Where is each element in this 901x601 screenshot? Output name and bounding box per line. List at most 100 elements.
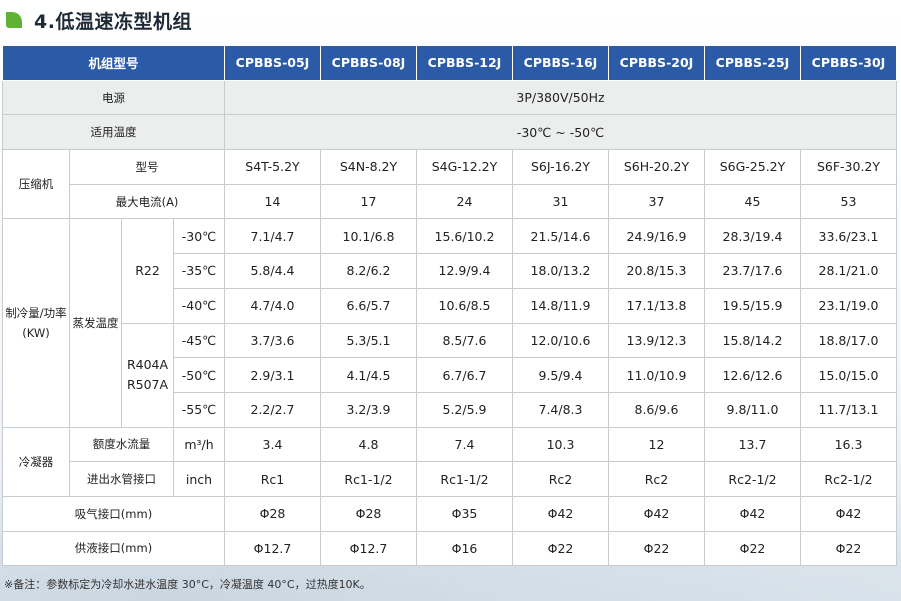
table-cell: 13.9/12.3 [608, 322, 705, 359]
table-cell: 8.6/9.6 [608, 391, 705, 428]
table-cell: 2.2/2.7 [224, 391, 321, 428]
power-label: 电源 [2, 79, 225, 116]
table-cell: Φ28 [224, 495, 321, 532]
table-cell: 17.1/13.8 [608, 287, 705, 324]
table-cell: Φ22 [704, 530, 801, 567]
table-cell: 18.0/13.2 [512, 253, 609, 289]
table-cell: 24 [416, 183, 513, 220]
power-row: 电源 3P/380V/50Hz [2, 79, 897, 116]
section-header: 4.低温速冻型机组 [6, 6, 192, 34]
table-cell: 8.2/6.2 [320, 253, 417, 289]
table-cell: 15.0/15.0 [800, 357, 897, 393]
table-cell: 3.2/3.9 [320, 391, 417, 428]
table-cell: Φ42 [800, 495, 897, 532]
evap-temp: -50℃ [173, 357, 225, 393]
table-cell: 5.2/5.9 [416, 391, 513, 428]
table-cell: Φ22 [608, 530, 705, 567]
table-cell: 37 [608, 183, 705, 220]
table-cell: 16.3 [800, 426, 897, 463]
table-cell: 19.5/15.9 [704, 287, 801, 324]
liquid-row: 供液接口(mm) Φ12.7 Φ12.7 Φ16 Φ22 Φ22 Φ22 Φ22 [2, 530, 897, 567]
table-cell: Rc2 [608, 461, 705, 497]
table-cell: 17 [320, 183, 417, 220]
table-cell: Φ22 [512, 530, 609, 567]
table-cell: 23.7/17.6 [704, 253, 801, 289]
table-cell: 53 [800, 183, 897, 220]
table-cell: 3.7/3.6 [224, 322, 321, 359]
table-cell: S6H-20.2Y [608, 149, 705, 185]
table-cell: Rc1-1/2 [320, 461, 417, 497]
table-cell: Rc1 [224, 461, 321, 497]
table-cell: 7.4 [416, 426, 513, 463]
temp-range-value: -30℃ ~ -50℃ [224, 114, 897, 151]
refrigerant-r404a-r507a: R404A R507A [121, 322, 174, 428]
table-cell: Rc2 [512, 461, 609, 497]
model-header: CPBBS-20J [608, 45, 705, 81]
table-cell: 20.8/15.3 [608, 253, 705, 289]
table-cell: Φ12.7 [224, 530, 321, 567]
compressor-model-row: 压缩机 型号 S4T-5.2Y S4N-8.2Y S4G-12.2Y S6J-1… [2, 149, 897, 220]
power-value: 3P/380V/50Hz [224, 79, 897, 116]
table-cell: S4G-12.2Y [416, 149, 513, 185]
table-cell: 2.9/3.1 [224, 357, 321, 393]
table-cell: 8.5/7.6 [416, 322, 513, 359]
page-title: 4.低温速冻型机组 [34, 10, 192, 33]
table-cell: 12 [608, 426, 705, 463]
capacity-row: 制冷量/功率(KW) 蒸发温度 R22 -30℃ 7.1/4.7 10.1/6.… [2, 218, 897, 428]
table-cell: Rc2-1/2 [800, 461, 897, 497]
table-cell: 18.8/17.0 [800, 322, 897, 359]
table-cell: S6G-25.2Y [704, 149, 801, 185]
compressor-model-label: 型号 [69, 149, 225, 185]
model-header: CPBBS-25J [704, 45, 801, 81]
table-cell: 11.7/13.1 [800, 391, 897, 428]
table-cell: 14 [224, 183, 321, 220]
table-cell: 10.3 [512, 426, 609, 463]
table-cell: 9.8/11.0 [704, 391, 801, 428]
table-cell: 15.8/14.2 [704, 322, 801, 359]
header-label: 机组型号 [2, 45, 225, 81]
table-cell: S6F-30.2Y [800, 149, 897, 185]
max-current-row: 最大电流(A) 14 17 24 31 37 45 53 [2, 183, 897, 220]
model-header: CPBBS-12J [416, 45, 513, 81]
model-header: CPBBS-30J [800, 45, 897, 81]
table-cell: 28.3/19.4 [704, 218, 801, 255]
table-cell: 15.6/10.2 [416, 218, 513, 255]
evap-temp: -35℃ [173, 253, 225, 289]
table-cell: 5.3/5.1 [320, 322, 417, 359]
refrigerant-r22: R22 [121, 218, 174, 324]
model-header: CPBBS-05J [224, 45, 321, 81]
table-cell: Φ12.7 [320, 530, 417, 567]
table-cell: 28.1/21.0 [800, 253, 897, 289]
table-cell: Φ35 [416, 495, 513, 532]
table-cell: Φ42 [704, 495, 801, 532]
evap-temp: -45℃ [173, 322, 225, 359]
temp-range-row: 适用温度 -30℃ ~ -50℃ [2, 114, 897, 151]
table-cell: 7.4/8.3 [512, 391, 609, 428]
table-cell: Φ42 [512, 495, 609, 532]
table-cell: Rc2-1/2 [704, 461, 801, 497]
table-cell: 13.7 [704, 426, 801, 463]
table-cell: 5.8/4.4 [224, 253, 321, 289]
model-header: CPBBS-16J [512, 45, 609, 81]
table-cell: 7.1/4.7 [224, 218, 321, 255]
table-cell: 21.5/14.6 [512, 218, 609, 255]
condenser-label: 冷凝器 [2, 426, 70, 497]
evap-temp: -55℃ [173, 391, 225, 428]
model-header: CPBBS-08J [320, 45, 417, 81]
condenser-pipe-row: 进出水管接口 inch Rc1 Rc1-1/2 Rc1-1/2 Rc2 Rc2 … [2, 461, 897, 497]
table-cell: 10.1/6.8 [320, 218, 417, 255]
suction-row: 吸气接口(mm) Φ28 Φ28 Φ35 Φ42 Φ42 Φ42 Φ42 [2, 495, 897, 532]
capacity-label: 制冷量/功率(KW) [2, 218, 70, 428]
table-cell: Φ42 [608, 495, 705, 532]
table-cell: 6.6/5.7 [320, 287, 417, 324]
pipe-label: 进出水管接口 [69, 461, 174, 497]
table-cell: 45 [704, 183, 801, 220]
table-cell: 4.1/4.5 [320, 357, 417, 393]
evap-temp: -30℃ [173, 218, 225, 255]
table-cell: 12.6/12.6 [704, 357, 801, 393]
table-cell: Φ16 [416, 530, 513, 567]
leaf-icon [6, 12, 22, 28]
evap-temp-label: 蒸发温度 [69, 218, 122, 428]
suction-label: 吸气接口(mm) [2, 495, 225, 532]
condenser-flow-row: 冷凝器 额度水流量 m³/h 3.4 4.8 7.4 10.3 12 13.7 … [2, 426, 897, 497]
